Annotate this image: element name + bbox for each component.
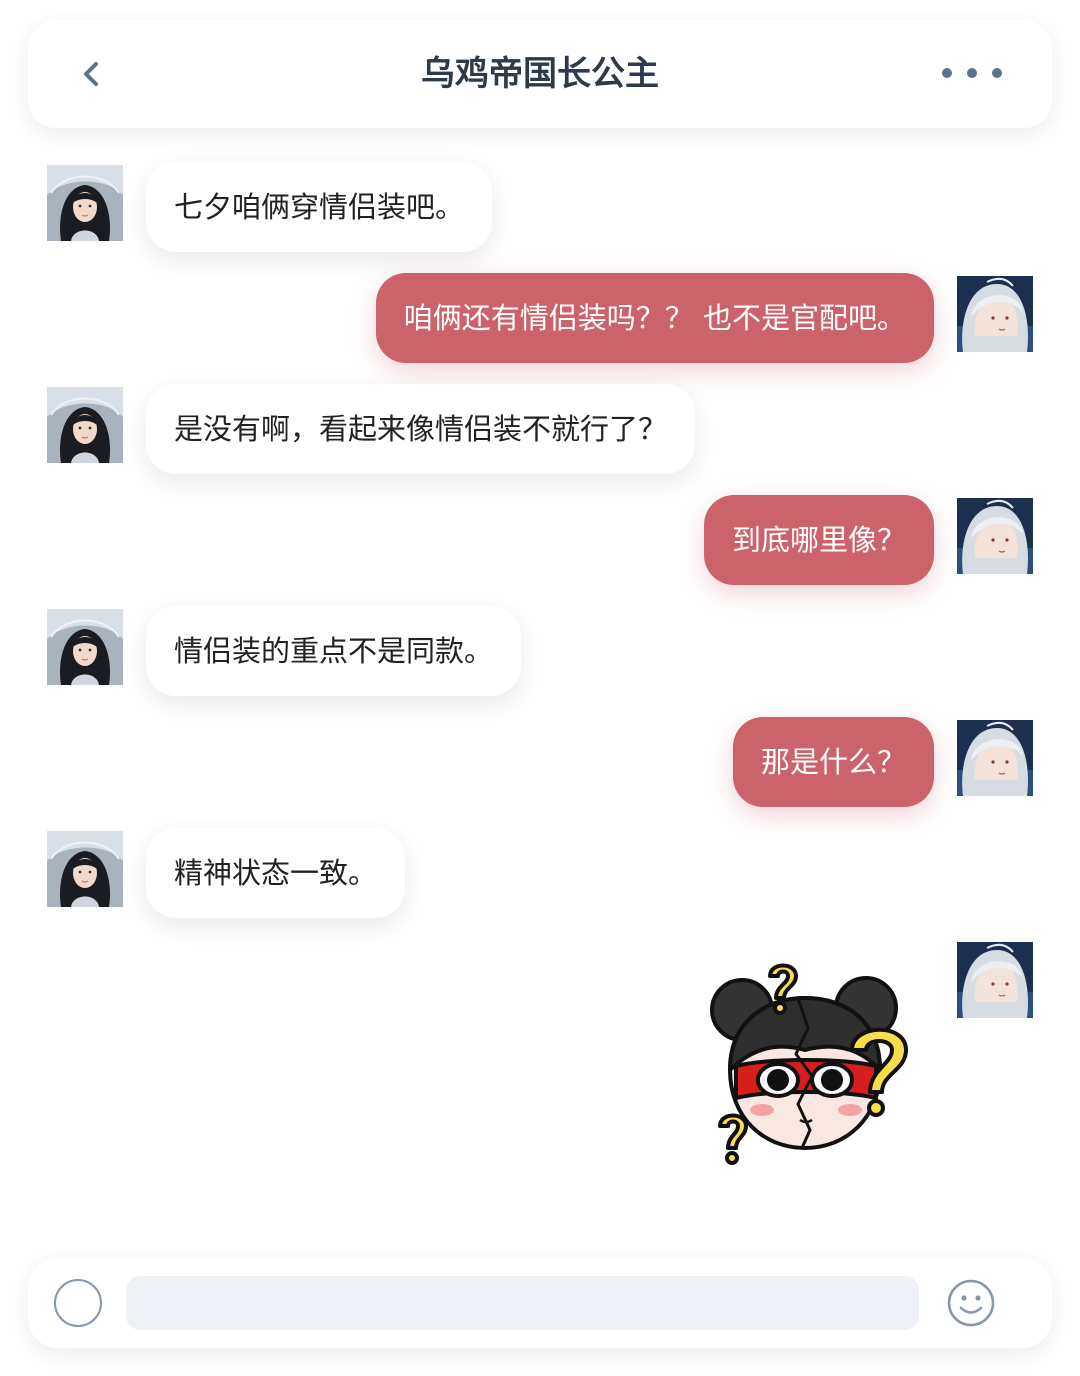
avatar-woman-icon[interactable] xyxy=(47,831,123,907)
chevron-left-icon[interactable] xyxy=(72,54,112,94)
message-bubble-incoming[interactable]: 情侣装的重点不是同款。 xyxy=(146,606,522,696)
more-dots-icon[interactable] xyxy=(942,58,1002,88)
message-bubble-outgoing[interactable]: 那是什么？ xyxy=(732,717,934,807)
message-bubble-incoming[interactable]: 精神状态一致。 xyxy=(146,828,406,918)
message-bubble-incoming[interactable]: 七夕咱俩穿情侣装吧。 xyxy=(146,162,493,252)
message-bubble-incoming[interactable]: 是没有啊，看起来像情侣装不就行了？ xyxy=(146,384,696,474)
chat-title: 乌鸡帝国长公主 xyxy=(421,54,659,94)
avatar-silver-hair-icon[interactable] xyxy=(957,498,1033,574)
message-bubble-outgoing[interactable]: 到底哪里像？ xyxy=(703,495,934,585)
message-input[interactable] xyxy=(126,1276,919,1330)
voice-circle-icon[interactable] xyxy=(54,1279,102,1327)
avatar-woman-icon[interactable] xyxy=(47,387,123,463)
avatar-silver-hair-icon[interactable] xyxy=(957,942,1033,1018)
confused-panda-sticker[interactable] xyxy=(700,958,920,1168)
smiley-icon[interactable] xyxy=(946,1278,996,1328)
message-bubble-outgoing[interactable]: 咱俩还有情侣装吗？？ 也不是官配吧。 xyxy=(375,273,934,363)
chat-header: 乌鸡帝国长公主 xyxy=(28,20,1052,128)
avatar-silver-hair-icon[interactable] xyxy=(957,276,1033,352)
avatar-woman-icon[interactable] xyxy=(47,165,123,241)
avatar-woman-icon[interactable] xyxy=(47,609,123,685)
avatar-silver-hair-icon[interactable] xyxy=(957,720,1033,796)
message-composer xyxy=(28,1258,1052,1348)
